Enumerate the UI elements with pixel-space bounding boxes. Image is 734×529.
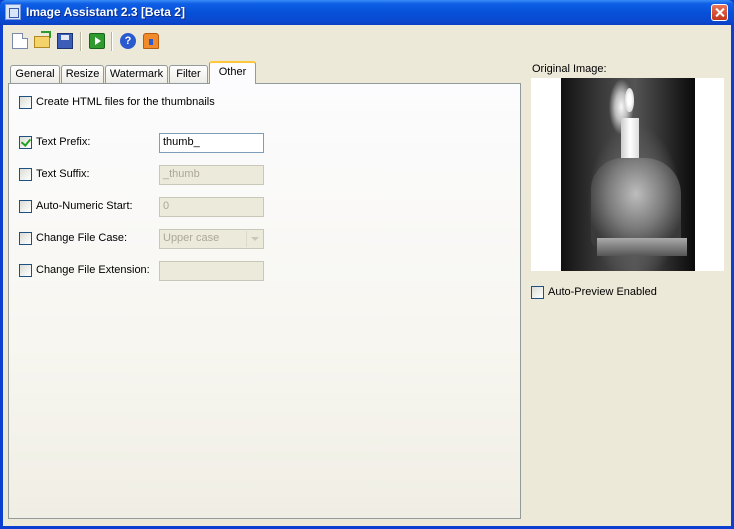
- text-prefix-input[interactable]: thumb_: [159, 133, 264, 153]
- tab-filter[interactable]: Filter: [169, 65, 208, 83]
- title-bar[interactable]: Image Assistant 2.3 [Beta 2]: [0, 0, 734, 25]
- auto-numeric-checkbox[interactable]: [19, 200, 32, 213]
- open-folder-icon[interactable]: [34, 31, 51, 48]
- auto-numeric-label[interactable]: Auto-Numeric Start:: [36, 200, 133, 212]
- app-icon: [5, 4, 21, 20]
- file-ext-label[interactable]: Change File Extension:: [36, 264, 150, 276]
- create-html-checkbox[interactable]: [19, 96, 32, 109]
- chevron-down-icon[interactable]: [246, 231, 262, 247]
- text-suffix-checkbox[interactable]: [19, 168, 32, 181]
- window-title: Image Assistant 2.3 [Beta 2]: [26, 5, 185, 19]
- text-suffix-input[interactable]: _thumb: [159, 165, 264, 185]
- text-prefix-checkbox[interactable]: [19, 136, 32, 149]
- toolbar-separator: [111, 32, 113, 51]
- tab-panel-other: Create HTML files for the thumbnails Tex…: [8, 83, 521, 519]
- tab-control: General Resize Watermark Filter Other Cr…: [8, 61, 521, 519]
- preview-image: [561, 78, 695, 271]
- text-prefix-label[interactable]: Text Prefix:: [36, 136, 90, 148]
- help-icon[interactable]: ?: [120, 33, 136, 49]
- flame-shape: [625, 88, 634, 112]
- app-window: Image Assistant 2.3 [Beta 2] ? General R…: [0, 0, 734, 529]
- auto-preview-checkbox[interactable]: [531, 286, 544, 299]
- preview-image-frame: [531, 78, 724, 271]
- tab-other[interactable]: Other: [209, 61, 256, 84]
- save-icon[interactable]: [57, 33, 73, 49]
- pedestal-shape: [597, 238, 687, 256]
- text-suffix-label[interactable]: Text Suffix:: [36, 168, 90, 180]
- gargoyle-shape: [591, 158, 681, 248]
- file-ext-input[interactable]: [159, 261, 264, 281]
- file-case-select[interactable]: Upper case: [159, 229, 264, 249]
- candle-shape: [621, 118, 639, 160]
- run-icon[interactable]: [89, 33, 105, 49]
- file-ext-checkbox[interactable]: [19, 264, 32, 277]
- toolbar-separator: [80, 32, 82, 51]
- auto-numeric-input[interactable]: 0: [159, 197, 264, 217]
- new-file-icon[interactable]: [12, 33, 28, 49]
- tab-resize[interactable]: Resize: [61, 65, 104, 83]
- file-case-checkbox[interactable]: [19, 232, 32, 245]
- file-case-value: Upper case: [163, 232, 220, 244]
- toolbar: ?: [3, 25, 731, 59]
- file-case-label[interactable]: Change File Case:: [36, 232, 127, 244]
- close-button[interactable]: [711, 4, 728, 21]
- tab-general[interactable]: General: [10, 65, 60, 83]
- client-area: ? General Resize Watermark Filter Other …: [3, 25, 731, 526]
- auto-preview-label[interactable]: Auto-Preview Enabled: [548, 286, 657, 298]
- home-icon[interactable]: [143, 33, 159, 49]
- preview-label: Original Image:: [532, 63, 607, 75]
- create-html-label[interactable]: Create HTML files for the thumbnails: [36, 96, 215, 108]
- tab-watermark[interactable]: Watermark: [105, 65, 168, 83]
